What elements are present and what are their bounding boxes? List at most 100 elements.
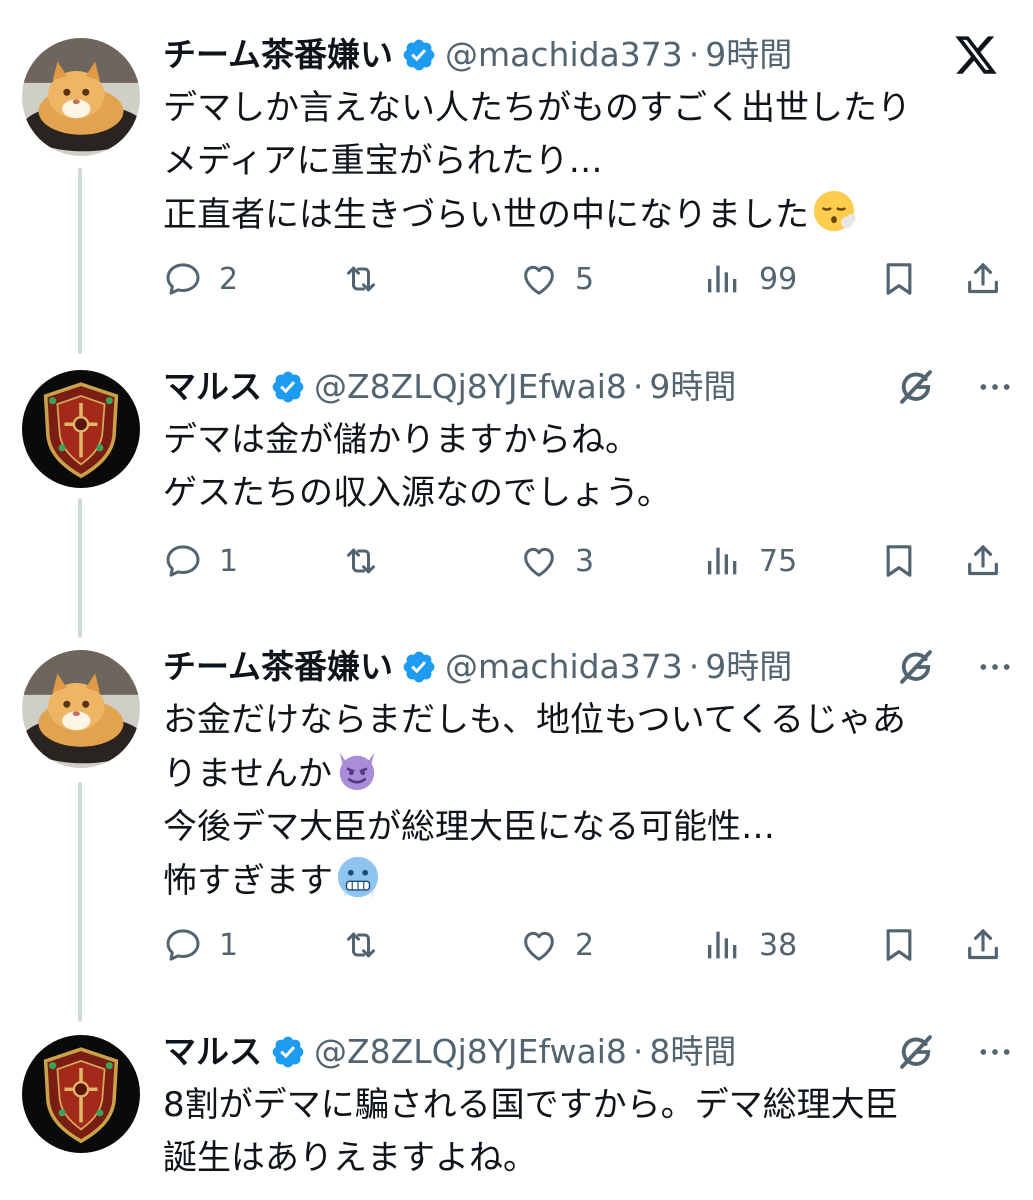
bookmark-icon — [879, 541, 919, 581]
text-line: 正直者には生きづらい世の中になりました — [163, 195, 809, 235]
avatar[interactable] — [22, 38, 140, 156]
post-header: チーム茶番嫌い @machida373 · 9時間 — [163, 642, 1009, 692]
repost-button[interactable] — [341, 920, 381, 970]
top-icons — [895, 642, 1009, 692]
views-button[interactable]: 99 — [703, 254, 797, 304]
timestamp[interactable]: 8時間 — [649, 1027, 736, 1077]
text-line: 今後デマ大臣が総理大臣になる可能性… — [163, 807, 775, 847]
post-text: デマは金が儲かりますからね。 ゲスたちの収入源なのでしょう。 — [163, 414, 1009, 520]
separator: · — [632, 367, 644, 406]
share-button[interactable] — [963, 536, 1003, 586]
reply-button[interactable]: 1 — [163, 920, 238, 970]
x-logo-icon — [953, 32, 999, 78]
post-header: マルス @Z8ZLQj8YJEfwai8 · 8時間 — [163, 1027, 1009, 1077]
repost-icon — [341, 259, 381, 299]
post-content: マルス @Z8ZLQj8YJEfwai8 · 9時間 デマは金が儲かりますからね… — [163, 362, 1009, 520]
post-content: マルス @Z8ZLQj8YJEfwai8 · 8時間 8割がデマに騙される国です… — [163, 1027, 1009, 1185]
like-count: 2 — [575, 927, 595, 963]
top-icons — [895, 1027, 1009, 1077]
timestamp[interactable]: 9時間 — [649, 362, 736, 412]
separator: · — [688, 647, 700, 686]
post-header: マルス @Z8ZLQj8YJEfwai8 · 9時間 — [163, 362, 1009, 412]
like-button[interactable]: 3 — [519, 536, 594, 586]
reply-count: 1 — [219, 927, 239, 963]
cold-face-emoji-icon — [337, 856, 379, 899]
views-icon — [703, 541, 743, 581]
views-button[interactable]: 38 — [703, 920, 797, 970]
repost-button[interactable] — [341, 254, 381, 304]
post-text: デマしか言えない人たちがものすごく出世したり メディアに重宝がられたり… 正直者には… — [163, 82, 1009, 242]
heart-icon — [519, 259, 559, 299]
verified-badge-icon — [270, 1034, 306, 1070]
timestamp[interactable]: 9時間 — [705, 642, 792, 692]
handle[interactable]: @machida373 — [445, 642, 683, 692]
more-options-icon[interactable] — [975, 367, 1015, 407]
like-button[interactable]: 2 — [519, 920, 594, 970]
share-icon — [963, 259, 1003, 299]
bookmark-button[interactable] — [879, 536, 919, 586]
grok-icon[interactable] — [895, 1031, 937, 1073]
text-line: 誕生はありえますよね。 — [163, 1138, 537, 1178]
like-count: 5 — [575, 261, 595, 297]
top-icons — [895, 362, 1009, 412]
more-options-icon[interactable] — [975, 647, 1015, 687]
text-line: 怖すぎます — [163, 861, 333, 901]
repost-button[interactable] — [341, 536, 381, 586]
share-button[interactable] — [963, 920, 1003, 970]
bookmark-icon — [879, 259, 919, 299]
display-name[interactable]: チーム茶番嫌い — [163, 642, 393, 692]
text-line: 8割がデマに騙される国ですから。デマ総理大臣 — [163, 1085, 899, 1125]
text-line: ゲスたちの収入源なのでしょう。 — [163, 473, 671, 513]
avatar[interactable] — [22, 650, 140, 768]
like-button[interactable]: 5 — [519, 254, 594, 304]
face-exhaling-emoji-icon — [813, 190, 856, 232]
reply-icon — [163, 925, 203, 965]
verified-badge-icon — [270, 369, 306, 405]
views-count: 75 — [759, 543, 798, 579]
verified-badge-icon — [401, 649, 437, 685]
views-icon — [703, 925, 743, 965]
share-icon — [963, 541, 1003, 581]
views-button[interactable]: 75 — [703, 536, 797, 586]
thread-line — [78, 782, 82, 1022]
reply-icon — [163, 541, 203, 581]
post-content: チーム茶番嫌い @machida373 · 9時間 デマしか言えない人たちがもの… — [163, 30, 1009, 242]
share-icon — [963, 925, 1003, 965]
share-button[interactable] — [963, 254, 1003, 304]
heart-icon — [519, 925, 559, 965]
handle[interactable]: @Z8ZLQj8YJEfwai8 — [314, 362, 627, 412]
display-name[interactable]: チーム茶番嫌い — [163, 30, 393, 80]
post-text: お金だけならまだしも、地位もついてくるじゃあ りませんか 今後デマ大臣が総理大臣にな… — [163, 694, 1009, 908]
separator: · — [632, 1032, 644, 1071]
handle[interactable]: @machida373 — [445, 30, 683, 80]
avatar[interactable] — [22, 370, 140, 488]
post-content: チーム茶番嫌い @machida373 · 9時間 お金だけならまだしも、地位も… — [163, 642, 1009, 908]
separator: · — [688, 35, 700, 74]
action-bar: 1 2 38 — [163, 920, 1003, 970]
like-count: 3 — [575, 543, 595, 579]
views-count: 99 — [759, 261, 798, 297]
repost-icon — [341, 541, 381, 581]
thread-line — [78, 168, 82, 354]
reply-button[interactable]: 2 — [163, 254, 238, 304]
reply-count: 2 — [219, 261, 239, 297]
views-icon — [703, 259, 743, 299]
repost-icon — [341, 925, 381, 965]
text-line: りませんか — [163, 754, 332, 794]
display-name[interactable]: マルス — [163, 1027, 262, 1077]
action-bar: 2 5 99 — [163, 254, 1003, 304]
text-line: メディアに重宝がられたり… — [163, 141, 603, 181]
avatar[interactable] — [22, 1035, 140, 1153]
bookmark-button[interactable] — [879, 254, 919, 304]
post-text: 8割がデマに騙される国ですから。デマ総理大臣 誕生はありえますよね。 — [163, 1079, 1009, 1185]
reply-button[interactable]: 1 — [163, 536, 238, 586]
bookmark-button[interactable] — [879, 920, 919, 970]
reply-icon — [163, 259, 203, 299]
views-count: 38 — [759, 927, 798, 963]
display-name[interactable]: マルス — [163, 362, 262, 412]
timestamp[interactable]: 9時間 — [705, 30, 792, 80]
handle[interactable]: @Z8ZLQj8YJEfwai8 — [314, 1027, 627, 1077]
more-options-icon[interactable] — [975, 1032, 1015, 1072]
grok-icon[interactable] — [895, 366, 937, 408]
grok-icon[interactable] — [895, 646, 937, 688]
